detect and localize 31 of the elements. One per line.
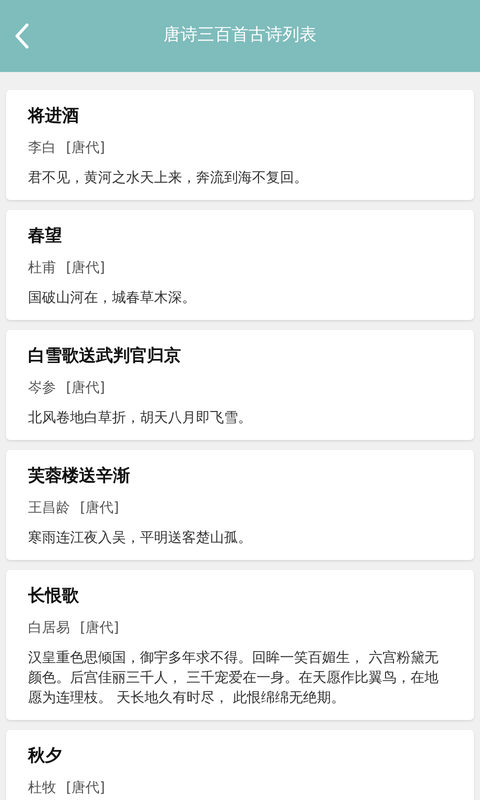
poem-dynasty: [唐代]: [66, 259, 105, 278]
poem-dynasty: [唐代]: [66, 779, 105, 798]
poem-card[interactable]: 将进酒 李白 [唐代] 君不见，黄河之水天上来，奔流到海不复回。: [6, 90, 474, 200]
poem-card[interactable]: 白雪歌送武判官归京 岑参 [唐代] 北风卷地白草折，胡天八月即飞雪。: [6, 330, 474, 440]
poem-verse: 北风卷地白草折，胡天八月即飞雪。: [28, 409, 253, 428]
poem-title: 芙蓉楼送辛渐: [28, 465, 131, 488]
poem-dynasty: [唐代]: [80, 619, 119, 638]
back-icon: [14, 23, 30, 49]
poem-title: 秋夕: [28, 745, 63, 768]
poem-author: 岑参: [28, 379, 56, 398]
poem-card[interactable]: 秋夕 杜牧 [唐代]: [6, 730, 474, 800]
poem-author: 杜甫: [28, 259, 56, 278]
poem-verse: 君不见，黄河之水天上来，奔流到海不复回。: [28, 169, 309, 188]
page-title: 唐诗三百首古诗列表: [164, 24, 316, 48]
poem-verse: 国破山河在，城春草木深。: [28, 289, 197, 308]
poem-title: 长恨歌: [28, 585, 80, 608]
poem-title: 白雪歌送武判官归京: [28, 345, 182, 368]
poem-author: 王昌龄: [28, 499, 70, 518]
poem-author: 李白: [28, 139, 56, 158]
poem-title: 将进酒: [28, 105, 80, 128]
poem-dynasty: [唐代]: [66, 379, 105, 398]
poem-dynasty: [唐代]: [66, 139, 105, 158]
poem-title: 春望: [28, 225, 63, 248]
poem-card[interactable]: 芙蓉楼送辛渐 王昌龄 [唐代] 寒雨连江夜入吴，平明送客楚山孤。: [6, 450, 474, 560]
poem-author: 杜牧: [28, 779, 56, 798]
poem-author: 白居易: [28, 619, 70, 638]
poem-dynasty: [唐代]: [80, 499, 119, 518]
poem-verse: 寒雨连江夜入吴，平明送客楚山孤。: [28, 529, 253, 548]
poem-card[interactable]: 春望 杜甫 [唐代] 国破山河在，城春草木深。: [6, 210, 474, 320]
poem-verse: 汉皇重色思倾国，御宇多年求不得。回眸一笑百媚生， 六宫粉黛无颜色。后宫佳丽三千人， 三千宠爱在一身。在天愿作比翼鸟，在地愿为连理枝。 天长地久有时尽， 此恨绵绵无绝期。: [28, 649, 440, 708]
poem-card[interactable]: 长恨歌 白居易 [唐代] 汉皇重色思倾国，御宇多年求不得。回眸一笑百媚生， 六宫粉黛无颜色。后宫佳丽三千人， 三千宠爱在一身。在天愿作比翼鸟，在地愿为连理枝。 天长地久有时尽， 此恨绵绵无绝期。: [6, 570, 474, 720]
